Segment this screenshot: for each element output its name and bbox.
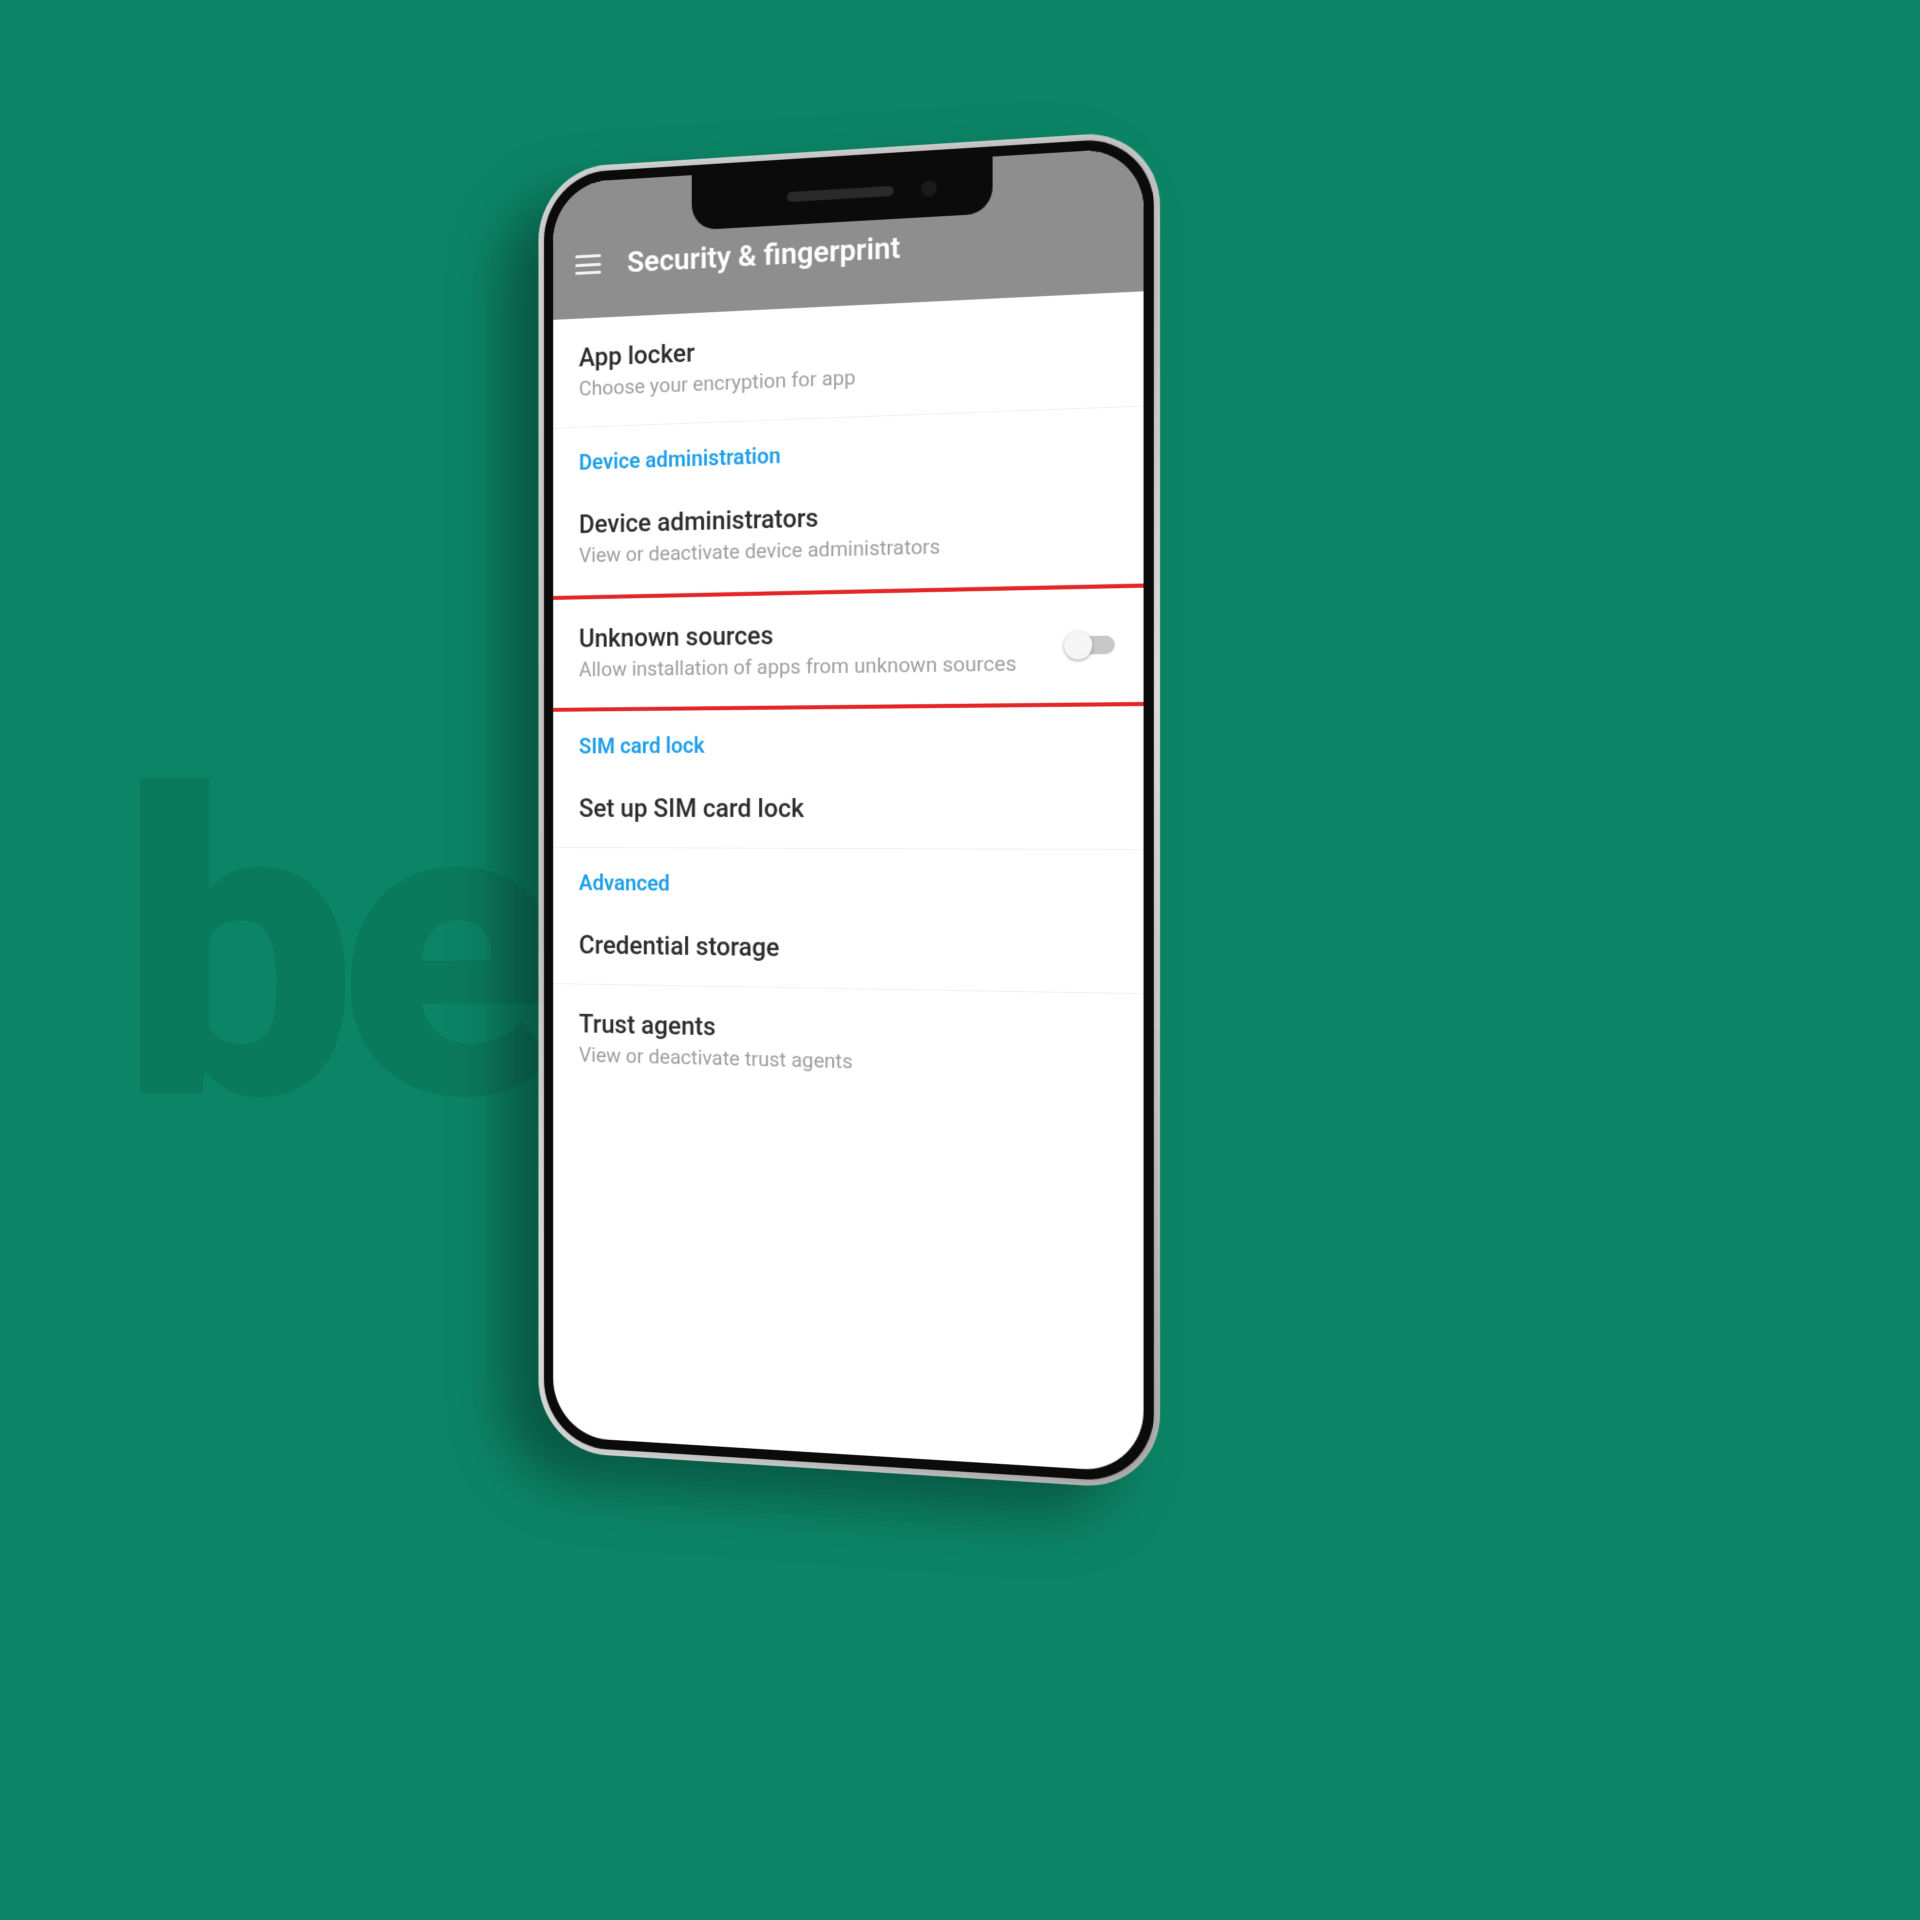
- setting-trust-agents[interactable]: Trust agents View or deactivate trust ag…: [553, 984, 1143, 1109]
- setting-device-administrators[interactable]: Device administrators View or deactivate…: [553, 468, 1143, 596]
- setting-subtitle: Allow installation of apps from unknown …: [579, 650, 1062, 684]
- setting-title: Unknown sources: [579, 616, 1062, 654]
- phone-mockup: Security & fingerprint App locker Choose…: [538, 130, 1160, 1491]
- settings-list: App locker Choose your encryption for ap…: [553, 291, 1143, 1108]
- setting-title: Credential storage: [579, 931, 1115, 968]
- page-title: Security & fingerprint: [627, 230, 900, 279]
- section-header-sim: SIM card lock: [553, 706, 1143, 769]
- toggle-knob-icon: [1064, 631, 1092, 660]
- brand-text-left: be: [120, 703, 549, 1196]
- setting-sim-lock[interactable]: Set up SIM card lock: [553, 767, 1143, 850]
- setting-unknown-sources[interactable]: Unknown sources Allow installation of ap…: [553, 583, 1143, 711]
- speaker-icon: [787, 186, 894, 202]
- setting-credential-storage[interactable]: Credential storage: [553, 905, 1143, 994]
- phone-screen: Security & fingerprint App locker Choose…: [553, 147, 1143, 1472]
- camera-icon: [921, 180, 937, 197]
- hamburger-menu-icon[interactable]: [575, 254, 601, 275]
- section-header-advanced: Advanced: [553, 848, 1143, 911]
- unknown-sources-toggle[interactable]: [1066, 636, 1115, 655]
- setting-title: Set up SIM card lock: [579, 793, 1115, 824]
